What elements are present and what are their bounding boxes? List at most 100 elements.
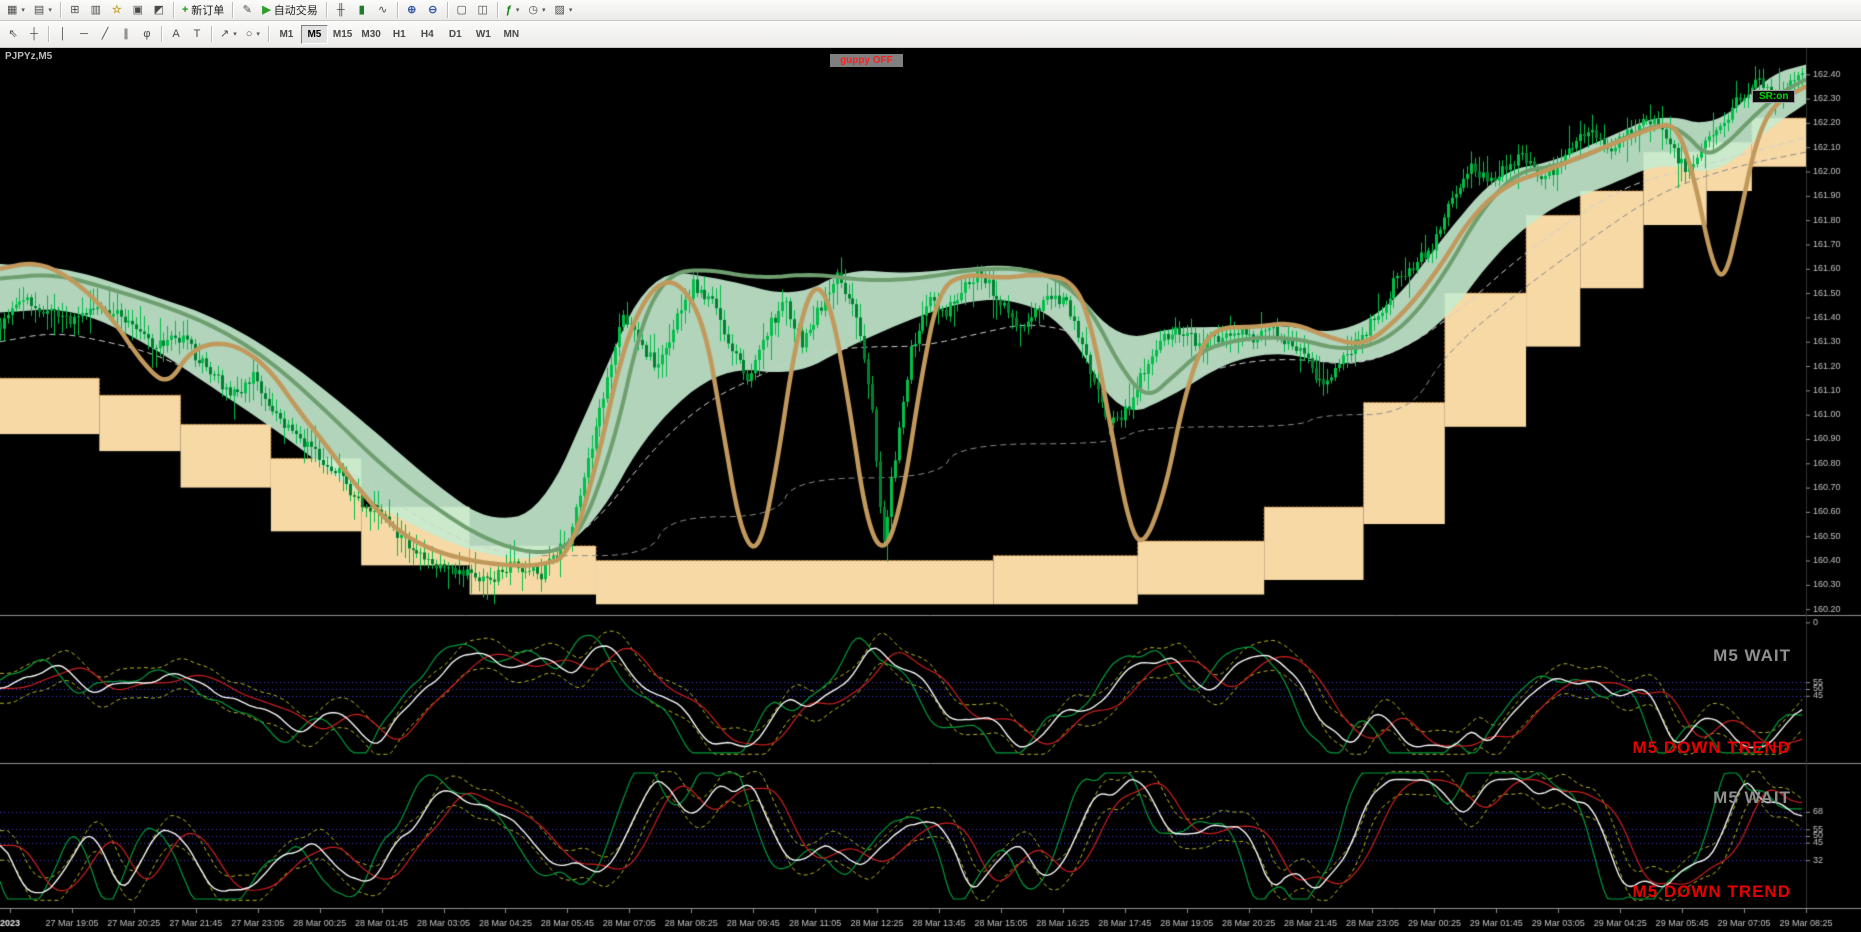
shape-tools-button[interactable]: ○ ▾ — [242, 25, 264, 43]
dropdown-arrow-icon: ▾ — [256, 31, 260, 38]
line-chart-button[interactable]: ∿ — [373, 1, 393, 19]
zoom-in-icon: ⊕ — [407, 3, 417, 16]
autotrading-button[interactable]: ▶ 自动交易 — [258, 1, 321, 19]
toolbar-separator — [232, 2, 234, 18]
chart-canvas[interactable] — [0, 48, 1861, 932]
timeframe-m5-button[interactable]: M5 — [300, 24, 328, 44]
chart-window: PJPYz,M5 guppy OFF SR:on M5 WAIT M5 DOWN… — [0, 48, 1861, 932]
autotrading-icon: ▶ — [262, 3, 271, 16]
toolbar-separator — [161, 26, 162, 42]
toolbar-separator — [48, 26, 49, 42]
cursor-button[interactable]: ⇖ — [3, 25, 23, 43]
periods-icon: ◷ — [528, 3, 538, 16]
shape-tools-icon: ○ — [245, 27, 253, 40]
horizontal-line-icon: ─ — [80, 27, 88, 40]
zoom-out-button[interactable]: ⊖ — [423, 1, 443, 19]
zoom-out-icon: ⊖ — [428, 3, 438, 16]
zoom-in-button[interactable]: ⊕ — [402, 1, 422, 19]
text-label-button[interactable]: T — [187, 25, 207, 43]
autotrading-label: 自动交易 — [273, 5, 318, 17]
dropdown-arrow-icon: ▾ — [21, 7, 25, 14]
toolbar-separator — [59, 2, 61, 18]
timeframe-m15-button[interactable]: M15 — [329, 25, 356, 44]
metaeditor-button[interactable]: ✎ — [237, 1, 257, 19]
new-chart-button[interactable]: ▦ ▾ — [3, 1, 29, 19]
new-order-button[interactable]: + 新订单 — [178, 1, 228, 19]
horizontal-line-button[interactable]: ─ — [74, 25, 94, 43]
periods-button[interactable]: ◷ ▾ — [524, 1, 549, 19]
line-chart-icon: ∿ — [378, 3, 388, 16]
indicators-icon: ƒ — [505, 3, 512, 16]
cascade-windows-button[interactable]: ◫ — [473, 1, 493, 19]
text-label-icon: T — [193, 27, 201, 40]
tile-windows-button[interactable]: ▢ — [452, 1, 472, 19]
toolbar-separator — [496, 2, 498, 18]
dropdown-arrow-icon: ▾ — [542, 7, 546, 14]
arrow-tools-button[interactable]: ↗ ▾ — [216, 25, 241, 43]
new-chart-icon: ▦ — [7, 3, 18, 16]
profiles-button[interactable]: ▤ ▾ — [30, 1, 56, 19]
drawing-toolbar: ⇖ ┼ │ ─ ╱ ∥ φ A T ↗ ▾ ○ ▾ — [3, 21, 272, 47]
tile-windows-icon: ▢ — [456, 3, 467, 16]
toolbar-separator — [211, 26, 212, 42]
strategy-tester-button[interactable]: ◩ — [149, 1, 169, 19]
crosshair-button[interactable]: ┼ — [24, 25, 44, 43]
vertical-line-icon: │ — [59, 27, 67, 40]
arrow-tools-icon: ↗ — [220, 27, 230, 40]
new-order-icon: + — [181, 3, 189, 16]
trendline-button[interactable]: ╱ — [95, 25, 115, 43]
equidistant-channel-icon: ∥ — [123, 27, 129, 40]
timeframe-d1-button[interactable]: D1 — [442, 25, 469, 44]
symbol-period-label: PJPYz,M5 — [5, 51, 53, 62]
indicator2-trend-label: M5 DOWN TREND — [1632, 882, 1791, 901]
candlestick-chart-button[interactable]: ▮ — [352, 1, 372, 19]
timeframe-toolbar: M1 M5 M15 M30 H1 H4 D1 W1 MN — [273, 21, 525, 47]
navigator-icon: ☆ — [111, 3, 122, 16]
guppy-toggle-badge[interactable]: guppy OFF — [830, 54, 903, 67]
data-window-icon: ▥ — [90, 3, 102, 16]
vertical-line-button[interactable]: │ — [53, 25, 73, 43]
cursor-icon: ⇖ — [8, 27, 18, 40]
fibonacci-retracement-icon: φ — [143, 27, 151, 40]
timeframe-m30-button[interactable]: M30 — [357, 25, 384, 44]
indicators-button[interactable]: ƒ ▾ — [502, 1, 524, 19]
toolbar-separator — [325, 2, 327, 18]
equidistant-channel-button[interactable]: ∥ — [116, 25, 136, 43]
profiles-icon: ▤ — [33, 3, 45, 16]
toolbar-separator — [446, 2, 448, 18]
strategy-tester-icon: ◩ — [153, 3, 165, 16]
dropdown-arrow-icon: ▾ — [515, 7, 520, 14]
toolbar-main: ▦ ▾ ▤ ▾ ⊞ ▥ ☆ ▣ ◩ + 新订单 ✎ ▶ 自动交易 ╫ ▮ ∿ ⊕ ⊖ ▢ ◫ ƒ ▾ ◷ ▾ ▨ ▾ — [0, 0, 1861, 21]
crosshair-icon: ┼ — [30, 27, 38, 40]
data-window-button[interactable]: ▥ — [86, 1, 106, 19]
trendline-icon: ╱ — [101, 27, 109, 40]
fibonacci-retracement-button[interactable]: φ — [137, 25, 157, 43]
templates-icon: ▨ — [554, 3, 565, 16]
timeframe-mn-button[interactable]: MN — [498, 25, 525, 44]
new-order-label: 新订单 — [191, 5, 225, 17]
timeframe-h1-button[interactable]: H1 — [386, 25, 413, 44]
toolbar-separator — [396, 2, 398, 18]
bar-chart-button[interactable]: ╫ — [331, 1, 351, 19]
timeframe-m1-button[interactable]: M1 — [273, 25, 300, 44]
terminal-icon: ▣ — [132, 3, 144, 16]
timeframe-w1-button[interactable]: W1 — [470, 25, 497, 44]
text-button[interactable]: A — [166, 25, 186, 43]
market-watch-icon: ⊞ — [70, 3, 80, 16]
metaeditor-icon: ✎ — [242, 3, 252, 16]
navigator-button[interactable]: ☆ — [107, 1, 127, 19]
candlestick-chart-icon: ▮ — [358, 3, 365, 16]
cascade-windows-icon: ◫ — [477, 3, 488, 16]
mt4-window: ▦ ▾ ▤ ▾ ⊞ ▥ ☆ ▣ ◩ + 新订单 ✎ ▶ 自动交易 ╫ ▮ ∿ ⊕ ⊖ ▢ ◫ ƒ ▾ ◷ ▾ ▨ ▾ ⇖ ┼ │ ─ ╱ ∥ φ… — [0, 0, 1861, 932]
indicator1-trend-label: M5 DOWN TREND — [1632, 738, 1791, 757]
timeframe-h4-button[interactable]: H4 — [414, 25, 441, 44]
market-watch-button[interactable]: ⊞ — [65, 1, 85, 19]
toolbar-separator — [267, 26, 269, 42]
terminal-button[interactable]: ▣ — [128, 1, 148, 19]
bar-chart-icon: ╫ — [336, 3, 345, 16]
dropdown-arrow-icon: ▾ — [48, 7, 52, 14]
templates-button[interactable]: ▨ ▾ — [551, 1, 577, 19]
dropdown-arrow-icon: ▾ — [568, 7, 573, 14]
indicator1-wait-label: M5 WAIT — [1713, 646, 1791, 665]
sr-toggle-badge[interactable]: SR:on — [1752, 90, 1796, 103]
